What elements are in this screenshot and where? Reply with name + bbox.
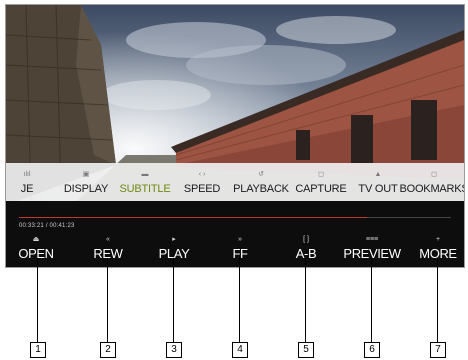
bookmark-icon: ◻ [431, 171, 437, 178]
control-label: PLAY [158, 246, 190, 261]
play-button[interactable]: ▸ PLAY [151, 235, 197, 265]
menu-item-capture[interactable]: ◻ CAPTURE [294, 163, 348, 201]
callout-2: 2 [100, 342, 116, 358]
menu-item-label: PLAYBACK [233, 183, 289, 195]
rewind-button[interactable]: « REW [86, 235, 130, 265]
callout-7: 7 [430, 342, 446, 358]
control-label: PREVIEW [343, 246, 401, 261]
control-label: MORE [419, 246, 457, 261]
tv-icon: ▲ [374, 171, 382, 178]
options-menu: ılıl JE ▣ DISPLAY ▬ SUBTITLE ‹ › SPEED ↺… [6, 163, 464, 201]
menu-item-label: DISPLAY [63, 183, 109, 195]
callout-leader-3 [173, 258, 174, 342]
menu-item-label: SUBTITLE [119, 183, 171, 195]
ab-repeat-icon: [ ] [303, 236, 309, 243]
control-label: FF [232, 246, 248, 261]
menu-item-label: JE [20, 183, 34, 195]
fast-forward-button[interactable]: » FF [220, 235, 260, 265]
progress-bar[interactable] [19, 217, 451, 218]
callout-5: 5 [298, 342, 314, 358]
rewind-icon: « [106, 236, 110, 243]
speed-icon: ‹ › [198, 171, 206, 178]
capture-icon: ◻ [318, 171, 324, 178]
display-icon: ▣ [82, 171, 90, 178]
menu-item-equalizer[interactable]: ılıl JE [12, 163, 42, 201]
fast-forward-icon: » [238, 236, 242, 243]
open-button[interactable]: ⏏ OPEN [14, 235, 58, 265]
menu-item-tv-out[interactable]: ▲ TV OUT [354, 163, 402, 201]
menu-item-playback[interactable]: ↺ PLAYBACK [231, 163, 291, 201]
callout-1: 1 [30, 342, 46, 358]
menu-item-label: TV OUT [358, 183, 398, 195]
subtitle-icon: ▬ [141, 171, 149, 178]
control-label: OPEN [18, 246, 54, 261]
more-icon: + [435, 236, 441, 243]
callout-6: 6 [364, 342, 380, 358]
playback-control-bar: 00:33:21 / 00:41:23 ⏏ OPEN « REW ▸ PLAY … [6, 201, 464, 267]
more-button[interactable]: + MORE [416, 235, 460, 265]
menu-item-speed[interactable]: ‹ › SPEED [181, 163, 223, 201]
menu-item-label: BOOKMARKS [399, 183, 465, 195]
menu-item-display[interactable]: ▣ DISPLAY [60, 163, 112, 201]
callout-leader-7 [437, 258, 438, 342]
callout-leader-6 [371, 258, 372, 342]
time-readout: 00:33:21 / 00:41:23 [19, 223, 75, 229]
video-frame: ılıl JE ▣ DISPLAY ▬ SUBTITLE ‹ › SPEED ↺… [5, 4, 465, 268]
menu-item-bookmarks[interactable]: ◻ BOOKMARKS [399, 163, 464, 201]
progress-fill [19, 217, 368, 218]
preview-icon: ≡≡≡ [365, 236, 379, 243]
callout-leader-5 [305, 258, 306, 342]
equalizer-icon: ılıl [23, 171, 31, 178]
callout-leader-4 [239, 258, 240, 342]
preview-button[interactable]: ≡≡≡ PREVIEW [343, 235, 401, 265]
menu-item-subtitle[interactable]: ▬ SUBTITLE [118, 163, 172, 201]
callout-3: 3 [166, 342, 182, 358]
repeat-icon: ↺ [258, 171, 264, 178]
menu-item-label: CAPTURE [295, 183, 347, 195]
play-icon: ▸ [172, 236, 176, 243]
ab-repeat-button[interactable]: [ ] A-B [286, 235, 326, 265]
callout-leader-1 [37, 258, 38, 342]
callout-4: 4 [232, 342, 248, 358]
callout-leader-2 [107, 258, 108, 342]
menu-item-label: SPEED [183, 183, 221, 195]
eject-icon: ⏏ [32, 236, 40, 243]
